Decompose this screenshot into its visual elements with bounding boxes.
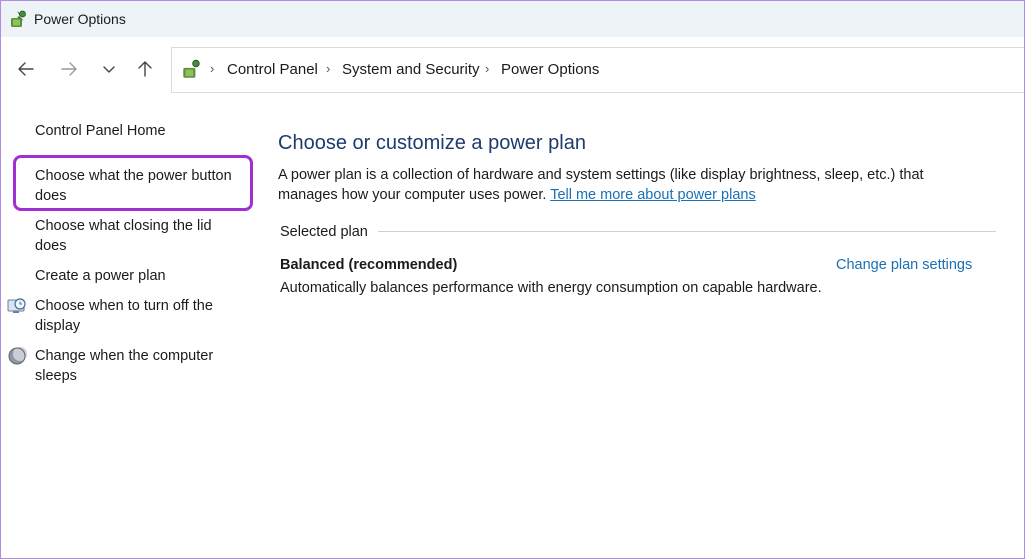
page-title: Choose or customize a power plan bbox=[278, 132, 586, 154]
monitor-clock-icon bbox=[7, 298, 26, 313]
chevron-down-icon bbox=[103, 66, 115, 73]
window: Power Options › Control Panel › System a… bbox=[0, 0, 1025, 559]
plan-name: Balanced (recommended) bbox=[280, 257, 458, 273]
arrow-left-icon bbox=[18, 62, 34, 76]
breadcrumb-system-and-security[interactable]: System and Security bbox=[342, 61, 480, 78]
moon-icon bbox=[8, 347, 27, 365]
section-divider bbox=[378, 231, 996, 232]
main-content: Choose or customize a power plan A power… bbox=[261, 101, 1024, 558]
sidebar-item-turn-off-display[interactable]: Choose when to turn off the display bbox=[35, 296, 213, 336]
page-description: A power plan is a collection of hardware… bbox=[278, 167, 924, 203]
address-bar[interactable]: › Control Panel › System and Security › … bbox=[171, 47, 1024, 93]
breadcrumb-separator: › bbox=[485, 61, 490, 76]
sidebar-item-control-panel-home[interactable]: Control Panel Home bbox=[35, 121, 166, 141]
navigation-bar: › Control Panel › System and Security › … bbox=[1, 37, 1024, 101]
sidebar-item-power-button[interactable]: Choose what the power button does bbox=[35, 166, 232, 206]
breadcrumb-control-panel[interactable]: Control Panel bbox=[227, 61, 318, 78]
window-title: Power Options bbox=[34, 11, 126, 27]
up-button[interactable] bbox=[133, 57, 157, 81]
power-options-icon bbox=[183, 59, 200, 78]
change-plan-settings-link[interactable]: Change plan settings bbox=[836, 257, 972, 273]
tell-me-more-link[interactable]: Tell me more about power plans bbox=[550, 187, 756, 203]
sidebar-item-closing-lid[interactable]: Choose what closing the lid does bbox=[35, 216, 212, 256]
section-label-selected-plan: Selected plan bbox=[280, 224, 368, 240]
plan-description: Automatically balances performance with … bbox=[280, 280, 822, 296]
forward-button[interactable] bbox=[57, 57, 81, 81]
title-bar: Power Options bbox=[1, 1, 1024, 37]
sidebar: Control Panel Home Choose what the power… bbox=[1, 101, 261, 558]
recent-locations-button[interactable] bbox=[97, 57, 121, 81]
arrow-up-icon bbox=[138, 61, 152, 77]
arrow-right-icon bbox=[61, 62, 77, 76]
breadcrumb-separator: › bbox=[326, 61, 331, 76]
breadcrumb-separator: › bbox=[210, 61, 215, 76]
back-button[interactable] bbox=[14, 57, 38, 81]
sidebar-item-computer-sleeps[interactable]: Change when the computer sleeps bbox=[35, 346, 213, 386]
power-options-icon bbox=[11, 10, 26, 27]
breadcrumb-power-options[interactable]: Power Options bbox=[501, 61, 599, 78]
sidebar-item-create-power-plan[interactable]: Create a power plan bbox=[35, 266, 166, 286]
